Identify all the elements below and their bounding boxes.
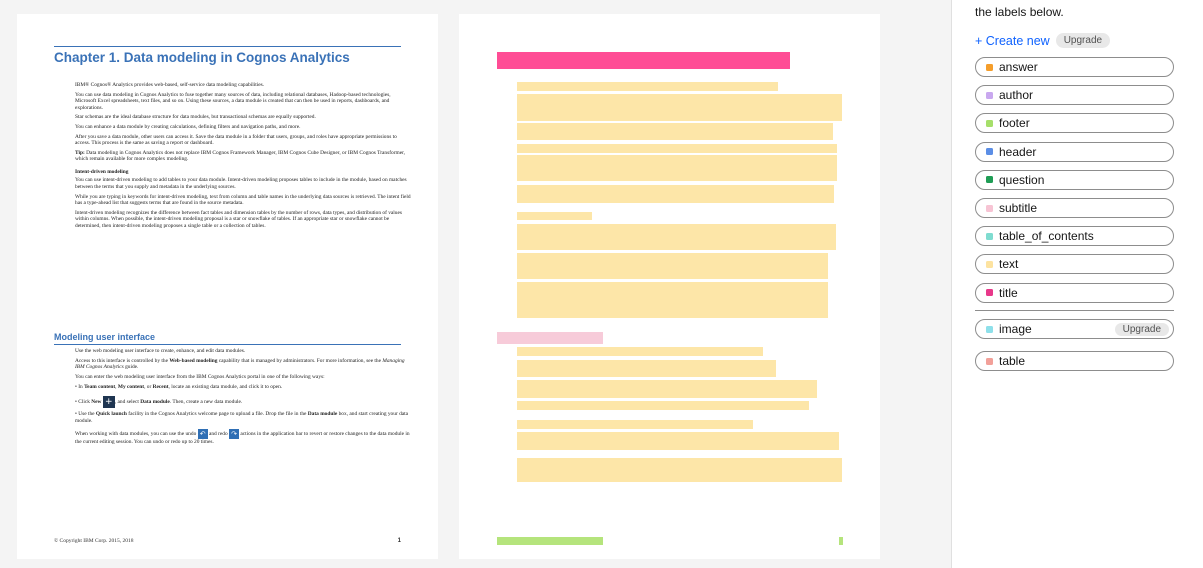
label-name: text <box>999 257 1019 272</box>
label-name: header <box>999 144 1037 159</box>
label-name: author <box>999 88 1034 103</box>
title-rule <box>54 46 401 47</box>
annotation-text[interactable] <box>517 347 763 356</box>
paragraph: IBM® Cognos® Analytics provides web-base… <box>75 82 265 88</box>
label-chip-table-of-contents[interactable]: table_of_contents <box>975 226 1174 247</box>
bullet-item: • Use the Quick launch facility in the C… <box>75 411 409 424</box>
paragraph: You can use intent-driven modeling to ad… <box>75 177 407 190</box>
label-chip-author[interactable]: author <box>975 85 1174 106</box>
panel-hint: the labels below. <box>975 5 1064 19</box>
annotation-text[interactable] <box>517 360 776 377</box>
annotation-text[interactable] <box>517 432 839 450</box>
label-chip-table[interactable]: table <box>975 351 1174 371</box>
label-name: subtitle <box>999 201 1038 215</box>
paragraph: Star schemas are the ideal database stru… <box>75 114 316 121</box>
label-name: footer <box>999 116 1030 131</box>
annotation-footer[interactable] <box>839 537 843 545</box>
label-color-swatch <box>986 176 993 184</box>
bullet-item: • In Team content, My content, or Recent… <box>75 383 283 390</box>
annotation-text[interactable] <box>517 420 753 429</box>
undo-paragraph: When working with data modules, you can … <box>75 429 410 446</box>
annotation-text[interactable] <box>517 212 592 220</box>
upgrade-badge[interactable]: Upgrade <box>1055 33 1111 48</box>
label-color-swatch <box>986 260 993 268</box>
annotation-text[interactable] <box>517 380 817 398</box>
document-page-annotated <box>459 14 880 559</box>
label-color-swatch <box>986 63 993 71</box>
label-chip-title[interactable]: title <box>975 282 1174 303</box>
label-chip-question[interactable]: question <box>975 169 1174 190</box>
undo-icon: ↶ <box>197 429 208 440</box>
label-chip-answer[interactable]: answer <box>975 57 1174 77</box>
label-chip-text[interactable]: text <box>975 254 1174 275</box>
label-name: title <box>999 285 1018 300</box>
annotation-text[interactable] <box>517 94 842 121</box>
annotation-text[interactable] <box>517 123 833 140</box>
label-name: table <box>999 354 1026 368</box>
tip-text: Data modeling in Cognos Analytics does n… <box>75 149 406 163</box>
chapter-title: Chapter 1. Data modeling in Cognos Analy… <box>54 50 350 65</box>
upgrade-badge[interactable]: Upgrade <box>1114 322 1169 336</box>
paragraph: Use the web modeling user interface to c… <box>75 348 246 354</box>
label-color-swatch <box>986 289 993 297</box>
section-rule <box>54 344 401 345</box>
label-name: table_of_contents <box>999 229 1094 244</box>
page-footer: © Copyright IBM Corp. 2015, 2018 <box>54 538 134 544</box>
create-new-link[interactable]: + Create new <box>975 34 1050 48</box>
annotation-subtitle[interactable] <box>497 332 603 344</box>
label-chip-image[interactable]: image Upgrade <box>975 319 1174 339</box>
annotation-title[interactable] <box>497 52 790 69</box>
label-name: image <box>999 322 1032 336</box>
annotation-footer[interactable] <box>497 537 603 545</box>
paragraph: While you are typing in keywords for int… <box>75 193 411 207</box>
annotation-text[interactable] <box>517 253 828 279</box>
label-name: question <box>999 172 1045 187</box>
label-color-swatch <box>986 232 993 240</box>
label-chip-header[interactable]: header <box>975 141 1174 162</box>
chapter-body: IBM® Cognos® Analytics provides web-base… <box>75 82 411 233</box>
access-paragraph: Access to this interface is controlled b… <box>75 357 405 371</box>
intent-heading: Intent-driven modeling <box>75 168 129 175</box>
bullet-item: • Click New +, and select Data module. T… <box>75 396 243 409</box>
new-icon: + <box>102 396 115 409</box>
page-number: 1 <box>397 538 401 544</box>
annotation-text[interactable] <box>517 155 837 181</box>
label-color-swatch <box>986 91 993 99</box>
annotation-text[interactable] <box>517 185 834 203</box>
create-row: + Create new Upgrade <box>975 33 1111 48</box>
paragraph: You can enhance a data module by creatin… <box>75 124 301 131</box>
annotation-text[interactable] <box>517 401 809 410</box>
labels-panel: the labels below. + Create new Upgrade a… <box>951 0 1203 568</box>
label-color-swatch <box>986 357 993 365</box>
label-chip-footer[interactable]: footer <box>975 113 1174 134</box>
label-color-swatch <box>986 204 993 212</box>
annotation-text[interactable] <box>517 282 828 318</box>
label-color-swatch <box>986 148 993 156</box>
paragraph: You can enter the web modeling user inte… <box>75 373 325 380</box>
annotation-text[interactable] <box>517 224 836 250</box>
annotation-text[interactable] <box>517 144 837 153</box>
annotation-text[interactable] <box>517 82 778 91</box>
paragraph: After you save a data module, other user… <box>75 133 397 147</box>
label-chip-subtitle[interactable]: subtitle <box>975 198 1174 218</box>
paragraph: Intent-driven modeling recognizes the di… <box>75 209 402 229</box>
paragraph: You can use data modeling in Cognos Anal… <box>75 91 391 111</box>
label-color-swatch <box>986 119 993 127</box>
annotation-text[interactable] <box>517 458 842 482</box>
redo-icon: ↷ <box>229 429 240 440</box>
label-name: answer <box>999 60 1038 74</box>
section-title: Modeling user interface <box>54 332 156 342</box>
section-body: Use the web modeling user interface to c… <box>75 348 411 449</box>
label-color-swatch <box>986 325 993 333</box>
label-divider <box>975 310 1174 311</box>
tip-paragraph: Tip: Data modeling in Cognos Analytics d… <box>75 150 411 163</box>
document-page-original: Chapter 1. Data modeling in Cognos Analy… <box>17 14 438 559</box>
